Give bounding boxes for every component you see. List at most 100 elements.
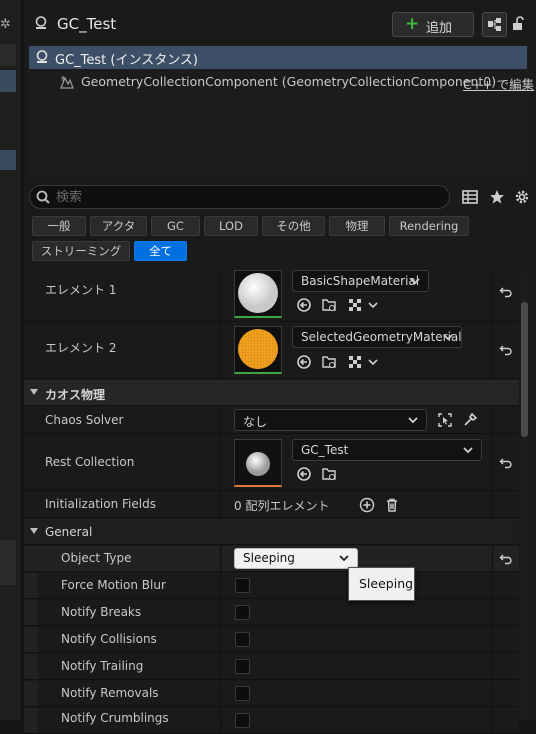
tree-child-item[interactable]: GeometryCollectionComponent (GeometryCol… [27, 71, 534, 93]
flag-row: Notify Crumblings [24, 708, 519, 734]
property-label: Initialization Fields [45, 497, 156, 511]
settings-gear-icon[interactable] [513, 188, 531, 206]
object-type-dropdown[interactable]: Sleeping [234, 548, 358, 569]
indent-gutter [24, 708, 38, 733]
material-thumbnail[interactable] [234, 270, 282, 318]
plus-icon: + [405, 14, 420, 34]
property-label: Notify Removals [61, 686, 159, 700]
texture-checker-icon[interactable] [347, 297, 363, 313]
indent-gutter [24, 546, 38, 571]
edit-in-cpp-link[interactable]: C++ で編集 [463, 74, 534, 93]
name-cell: エレメント 2 [24, 323, 221, 378]
name-cell: Notify Collisions [24, 627, 221, 652]
use-selected-icon[interactable] [296, 354, 312, 370]
value-cell [222, 708, 492, 733]
indent-gutter [24, 654, 38, 679]
name-cell: Notify Trailing [24, 654, 221, 679]
tree-root-item[interactable]: GC_Test (インスタンス) [29, 46, 527, 69]
search-input[interactable] [56, 188, 436, 206]
select-actor-icon[interactable] [437, 412, 453, 428]
value-cell: GC_Test [222, 435, 492, 490]
chevron-down-icon[interactable] [365, 354, 381, 370]
category-label: General [45, 525, 93, 539]
chevron-down-icon[interactable] [365, 297, 381, 313]
array-count: 0 配列エレメント [234, 499, 330, 513]
scrollbar-thumb[interactable] [521, 302, 528, 437]
gear-icon[interactable]: ✲ [0, 17, 11, 32]
star-icon[interactable] [488, 188, 506, 206]
use-selected-icon[interactable] [296, 466, 312, 482]
use-selected-icon[interactable] [296, 297, 312, 313]
material-thumbnail[interactable] [234, 326, 282, 374]
name-cell: Object Type [24, 546, 221, 571]
browse-asset-icon[interactable] [321, 466, 337, 482]
filter-chip-rendering[interactable]: Rendering [389, 216, 469, 236]
window-title: GC_Test [57, 15, 117, 33]
reset-to-default-icon[interactable] [499, 552, 513, 566]
left-strip-row [0, 70, 16, 92]
category-filters: 一般 アクタ GC LOD その他 物理 Rendering ストリーミング 全… [24, 216, 536, 266]
name-cell: Initialization Fields [24, 492, 221, 517]
filter-chip-general[interactable]: 一般 [32, 216, 86, 236]
texture-checker-icon[interactable] [347, 354, 363, 370]
flag-row: Notify Collisions [24, 627, 519, 653]
rest-collection-dropdown[interactable]: GC_Test [292, 439, 482, 461]
filter-chip-physics[interactable]: 物理 [329, 216, 385, 236]
expand-arrow-icon [30, 528, 38, 534]
details-header: GC_Test + 追加 [24, 0, 536, 44]
object-type-row: Object Type Sleeping [24, 546, 519, 572]
blueprint-button[interactable] [482, 12, 507, 37]
name-cell: Notify Crumblings [24, 708, 221, 733]
checkbox[interactable] [235, 713, 250, 728]
component-tree: GC_Test (インスタンス) GeometryCollectionCompo… [27, 44, 534, 178]
chevron-down-icon [443, 334, 453, 341]
material-dropdown[interactable]: SelectedGeometryMaterial [292, 326, 462, 348]
browse-asset-icon[interactable] [321, 297, 337, 313]
category-general[interactable]: General [24, 519, 519, 545]
filter-chip-all[interactable]: 全て [134, 241, 187, 261]
search-box[interactable] [29, 185, 450, 209]
tree-child-label: GeometryCollectionComponent (GeometryCol… [81, 74, 497, 89]
geometry-collection-icon [60, 76, 74, 89]
reset-cell [492, 407, 519, 433]
trash-icon[interactable] [384, 497, 400, 513]
reset-to-default-icon[interactable] [499, 456, 513, 470]
name-cell: Rest Collection [24, 435, 221, 490]
reset-to-default-icon[interactable] [499, 285, 513, 299]
checkbox[interactable] [235, 659, 250, 674]
properties-list: エレメント 1 BasicShapeMaterial エレメント 2 Selec… [24, 270, 519, 734]
left-strip-row [0, 44, 16, 66]
asset-thumbnail[interactable] [234, 439, 282, 487]
checkbox[interactable] [235, 686, 250, 701]
add-element-icon[interactable] [359, 497, 375, 513]
material-name: SelectedGeometryMaterial [301, 330, 462, 344]
category-chaos-physics[interactable]: カオス物理 [24, 380, 519, 406]
checkbox[interactable] [235, 605, 250, 620]
material-dropdown[interactable]: BasicShapeMaterial [292, 270, 429, 292]
filter-chip-gc[interactable]: GC [151, 216, 200, 236]
checkbox[interactable] [235, 578, 250, 593]
filter-chip-lod[interactable]: LOD [204, 216, 258, 236]
eyedropper-icon[interactable] [462, 412, 478, 428]
material-row-1: エレメント 1 BasicShapeMaterial [24, 270, 519, 322]
tree-root-label: GC_Test (インスタンス) [55, 53, 199, 68]
dropdown-value: なし [243, 415, 268, 429]
reset-to-default-icon[interactable] [499, 343, 513, 357]
property-label: Notify Collisions [61, 632, 157, 646]
add-component-button[interactable]: + 追加 [392, 12, 474, 37]
search-row [24, 183, 536, 213]
reset-cell [492, 573, 519, 598]
value-cell: 0 配列エレメント [222, 492, 492, 517]
browse-asset-icon[interactable] [321, 354, 337, 370]
filter-chip-streaming[interactable]: ストリーミング [32, 241, 130, 261]
chaos-solver-dropdown[interactable]: なし [234, 409, 427, 431]
filter-chip-actor[interactable]: アクタ [90, 216, 147, 236]
lock-icon[interactable] [508, 14, 528, 34]
details-scrollbar[interactable] [521, 270, 529, 720]
checkbox[interactable] [235, 632, 250, 647]
filter-chip-other[interactable]: その他 [262, 216, 325, 236]
property-label: Object Type [61, 551, 132, 565]
value-cell [222, 681, 492, 706]
table-view-icon[interactable] [461, 188, 479, 206]
chaos-solver-row: Chaos Solver なし [24, 407, 519, 434]
